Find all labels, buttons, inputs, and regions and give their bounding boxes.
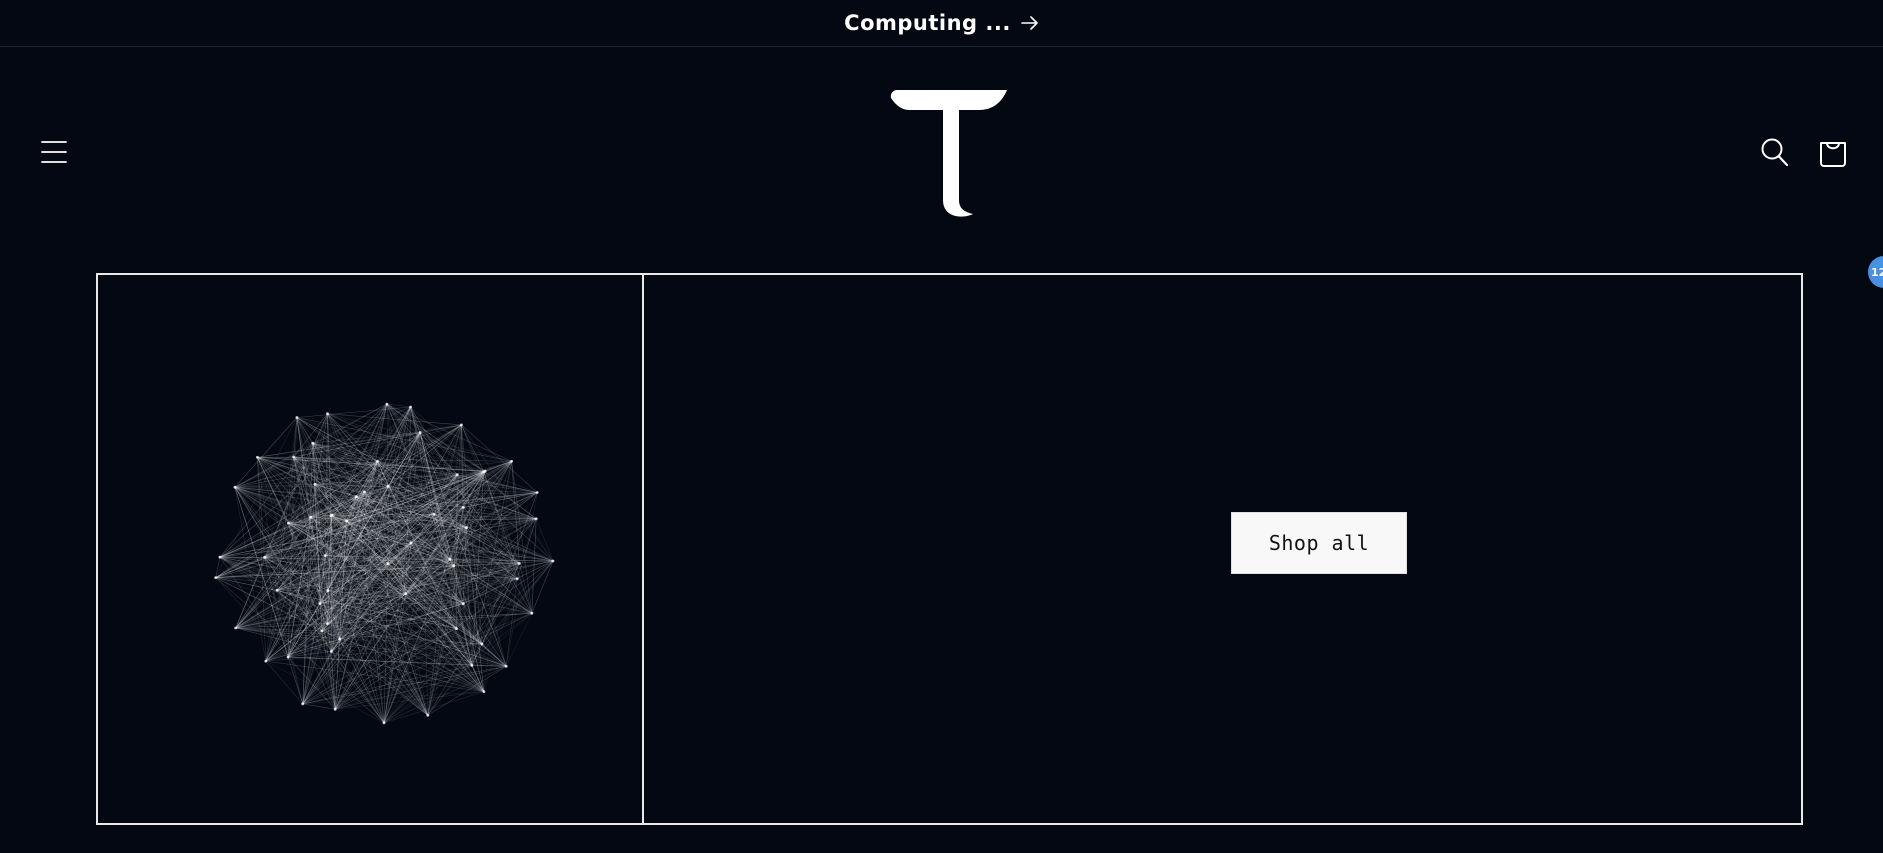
announcement-text: Computing ... [844, 11, 1011, 35]
cart-bag-icon[interactable] [1818, 134, 1848, 168]
site-header [0, 48, 1883, 256]
hero-content-panel: Shop all [644, 275, 1801, 823]
network-sphere-artwork [214, 402, 555, 725]
brand-logo[interactable] [887, 88, 1011, 218]
hamburger-menu-icon[interactable] [38, 137, 70, 167]
side-badge[interactable]: 12 [1868, 256, 1883, 288]
shop-all-button[interactable]: Shop all [1231, 512, 1407, 574]
hero-banner: Shop all [96, 273, 1803, 825]
search-icon[interactable] [1760, 136, 1790, 168]
arrow-right-icon [1021, 16, 1038, 30]
network-lines [215, 403, 554, 724]
hero-image-panel [98, 275, 644, 823]
announcement-bar[interactable]: Computing ... [0, 0, 1883, 47]
